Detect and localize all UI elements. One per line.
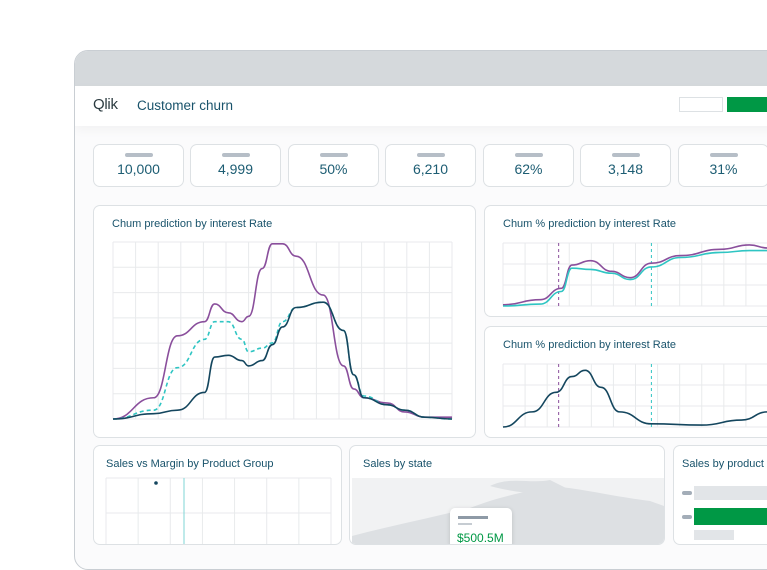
kpi-card[interactable]: 10,000 xyxy=(93,144,184,187)
bar xyxy=(694,486,767,500)
line-chart xyxy=(502,363,767,428)
bar-chart xyxy=(682,486,767,540)
kpi-label-placeholder xyxy=(514,153,543,157)
header-button-secondary[interactable] xyxy=(679,97,723,112)
kpi-label-placeholder xyxy=(611,153,640,157)
window-titlebar xyxy=(75,51,767,86)
kpi-card[interactable]: 31% xyxy=(678,144,767,187)
kpi-value: 50% xyxy=(319,161,348,177)
kpi-label-placeholder xyxy=(124,153,153,157)
kpi-value: 4,999 xyxy=(217,161,254,177)
kpi-card[interactable]: 6,210 xyxy=(385,144,476,187)
bar-label xyxy=(682,491,692,495)
app-title: Customer churn xyxy=(137,98,234,113)
bar-label xyxy=(682,515,692,519)
kpi-label-placeholder xyxy=(221,153,250,157)
kpi-card[interactable]: 50% xyxy=(288,144,379,187)
series-line xyxy=(112,301,453,420)
chart-panel-churn-prediction[interactable]: Chum prediction by interest Rate xyxy=(93,205,476,438)
tooltip-value: $500.5M xyxy=(457,531,504,545)
kpi-card[interactable]: 3,148 xyxy=(580,144,671,187)
chart-panel-sales-vs-margin[interactable]: Sales vs Margin by Product Group xyxy=(93,445,342,545)
kpi-card[interactable]: 4,999 xyxy=(190,144,281,187)
kpi-card[interactable]: 62% xyxy=(483,144,574,187)
series-line xyxy=(112,301,453,420)
line-chart xyxy=(112,241,453,420)
kpi-value: 31% xyxy=(709,161,738,177)
chart-panel-sales-by-product[interactable]: Sales by product xyxy=(673,445,767,545)
kpi-value: 6,210 xyxy=(412,161,449,177)
map-tooltip: $500.5M xyxy=(450,508,512,545)
bar xyxy=(694,508,767,525)
chart-panel-churn-pct-2[interactable]: Chum % prediction by interest Rate xyxy=(484,326,767,438)
scatter-point xyxy=(154,481,158,485)
header-button-primary[interactable] xyxy=(727,97,767,112)
kpi-value: 10,000 xyxy=(117,161,160,177)
qlik-logo[interactable]: Qlik xyxy=(93,96,118,113)
kpi-value: 3,148 xyxy=(607,161,644,177)
scatter-chart xyxy=(105,477,332,544)
kpi-value: 62% xyxy=(514,161,543,177)
kpi-label-placeholder xyxy=(416,153,445,157)
line-chart xyxy=(502,242,767,307)
chart-panel-churn-pct-1[interactable]: Chum % prediction by interest Rate xyxy=(484,205,767,317)
kpi-label-placeholder xyxy=(319,153,348,157)
chart-panel-sales-by-state[interactable]: Sales by state $500.5M xyxy=(349,445,665,545)
kpi-label-placeholder xyxy=(709,153,738,157)
app-header: Qlik Customer churn xyxy=(75,86,767,126)
